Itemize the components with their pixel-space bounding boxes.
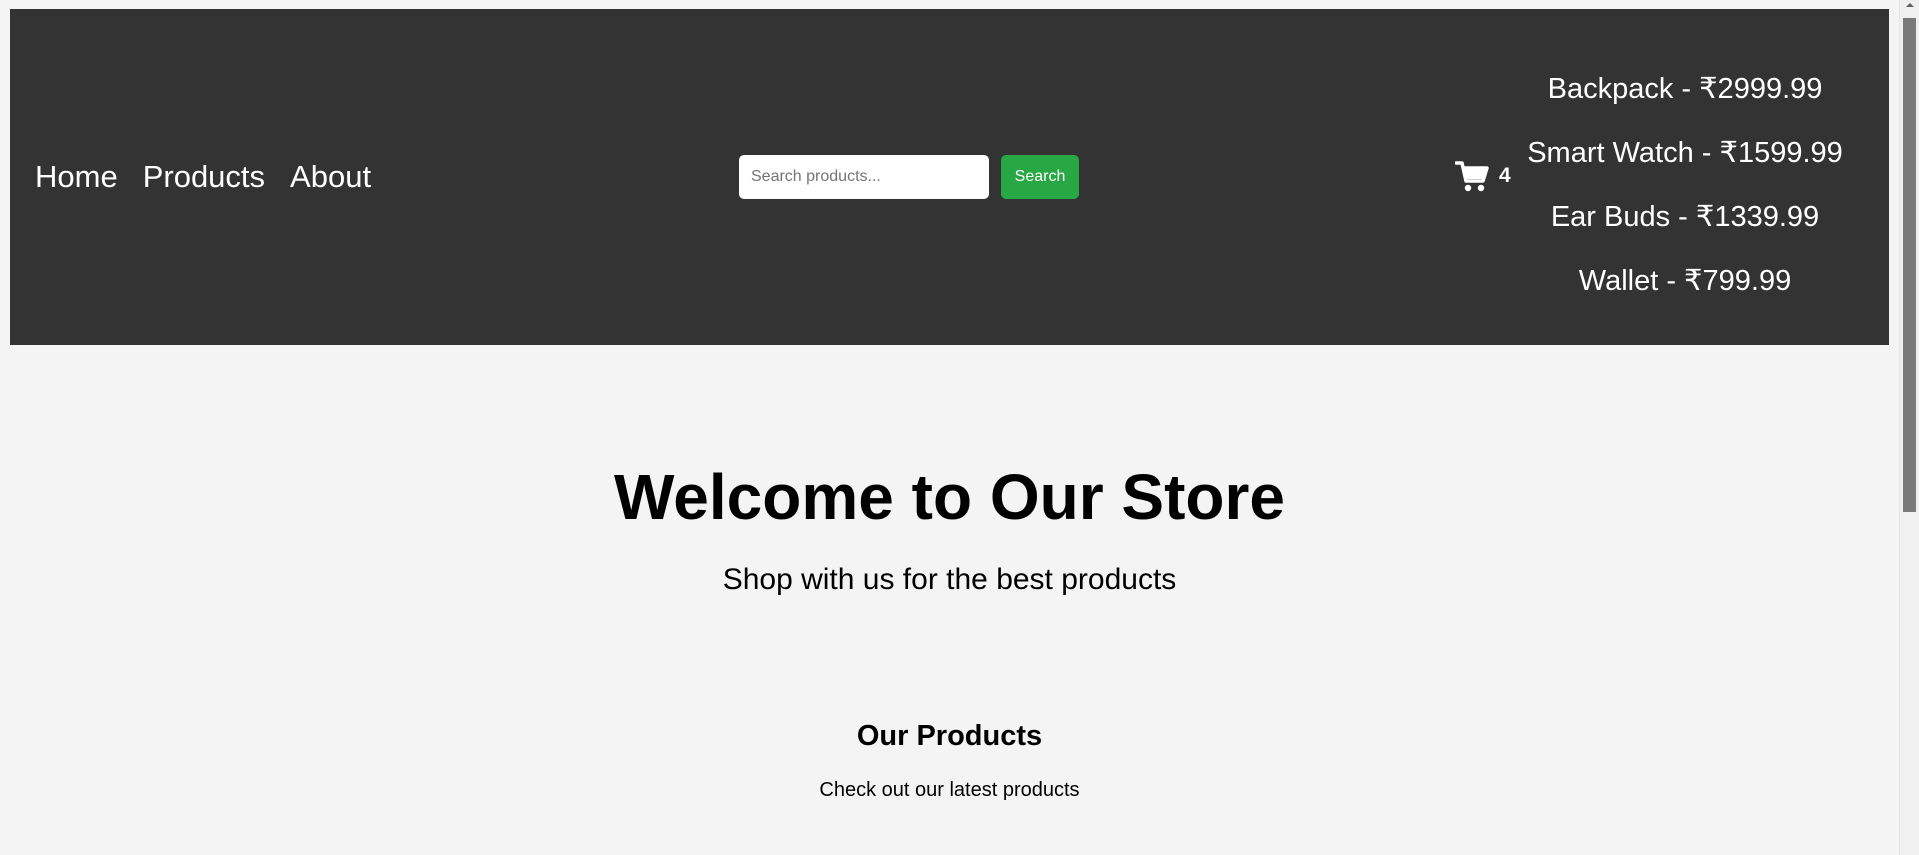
vertical-scrollbar[interactable] bbox=[1899, 0, 1919, 855]
scrollbar-thumb[interactable] bbox=[1903, 18, 1916, 512]
page: Home Products About Search 4 Backpack - … bbox=[0, 0, 1919, 855]
cart-item: Ear Buds - ₹1339.99 bbox=[1550, 201, 1820, 233]
products-section-title: Our Products bbox=[856, 720, 1043, 752]
cart-item: Wallet - ₹799.99 bbox=[1578, 265, 1792, 297]
hero-subtitle: Shop with us for the best products bbox=[722, 563, 1177, 596]
nav-link-about[interactable]: About bbox=[290, 159, 371, 195]
main-nav: Home Products About bbox=[35, 9, 371, 345]
scroll-up-icon[interactable] bbox=[1900, 0, 1919, 17]
hero-title: Welcome to Our Store bbox=[614, 461, 1285, 533]
products-section-subtitle: Check out our latest products bbox=[819, 779, 1080, 801]
search-input[interactable] bbox=[739, 155, 989, 199]
search-bar: Search bbox=[739, 155, 1079, 199]
nav-link-products[interactable]: Products bbox=[143, 159, 265, 195]
site-header: Home Products About Search 4 Backpack - … bbox=[10, 9, 1889, 345]
cart-item: Backpack - ₹2999.99 bbox=[1547, 73, 1823, 105]
cart-icon bbox=[1455, 159, 1489, 193]
cart-items-list: Backpack - ₹2999.99 Smart Watch - ₹1599.… bbox=[1500, 61, 1870, 317]
search-button[interactable]: Search bbox=[1001, 155, 1079, 199]
nav-link-home[interactable]: Home bbox=[35, 159, 118, 195]
cart-item: Smart Watch - ₹1599.99 bbox=[1527, 137, 1843, 169]
